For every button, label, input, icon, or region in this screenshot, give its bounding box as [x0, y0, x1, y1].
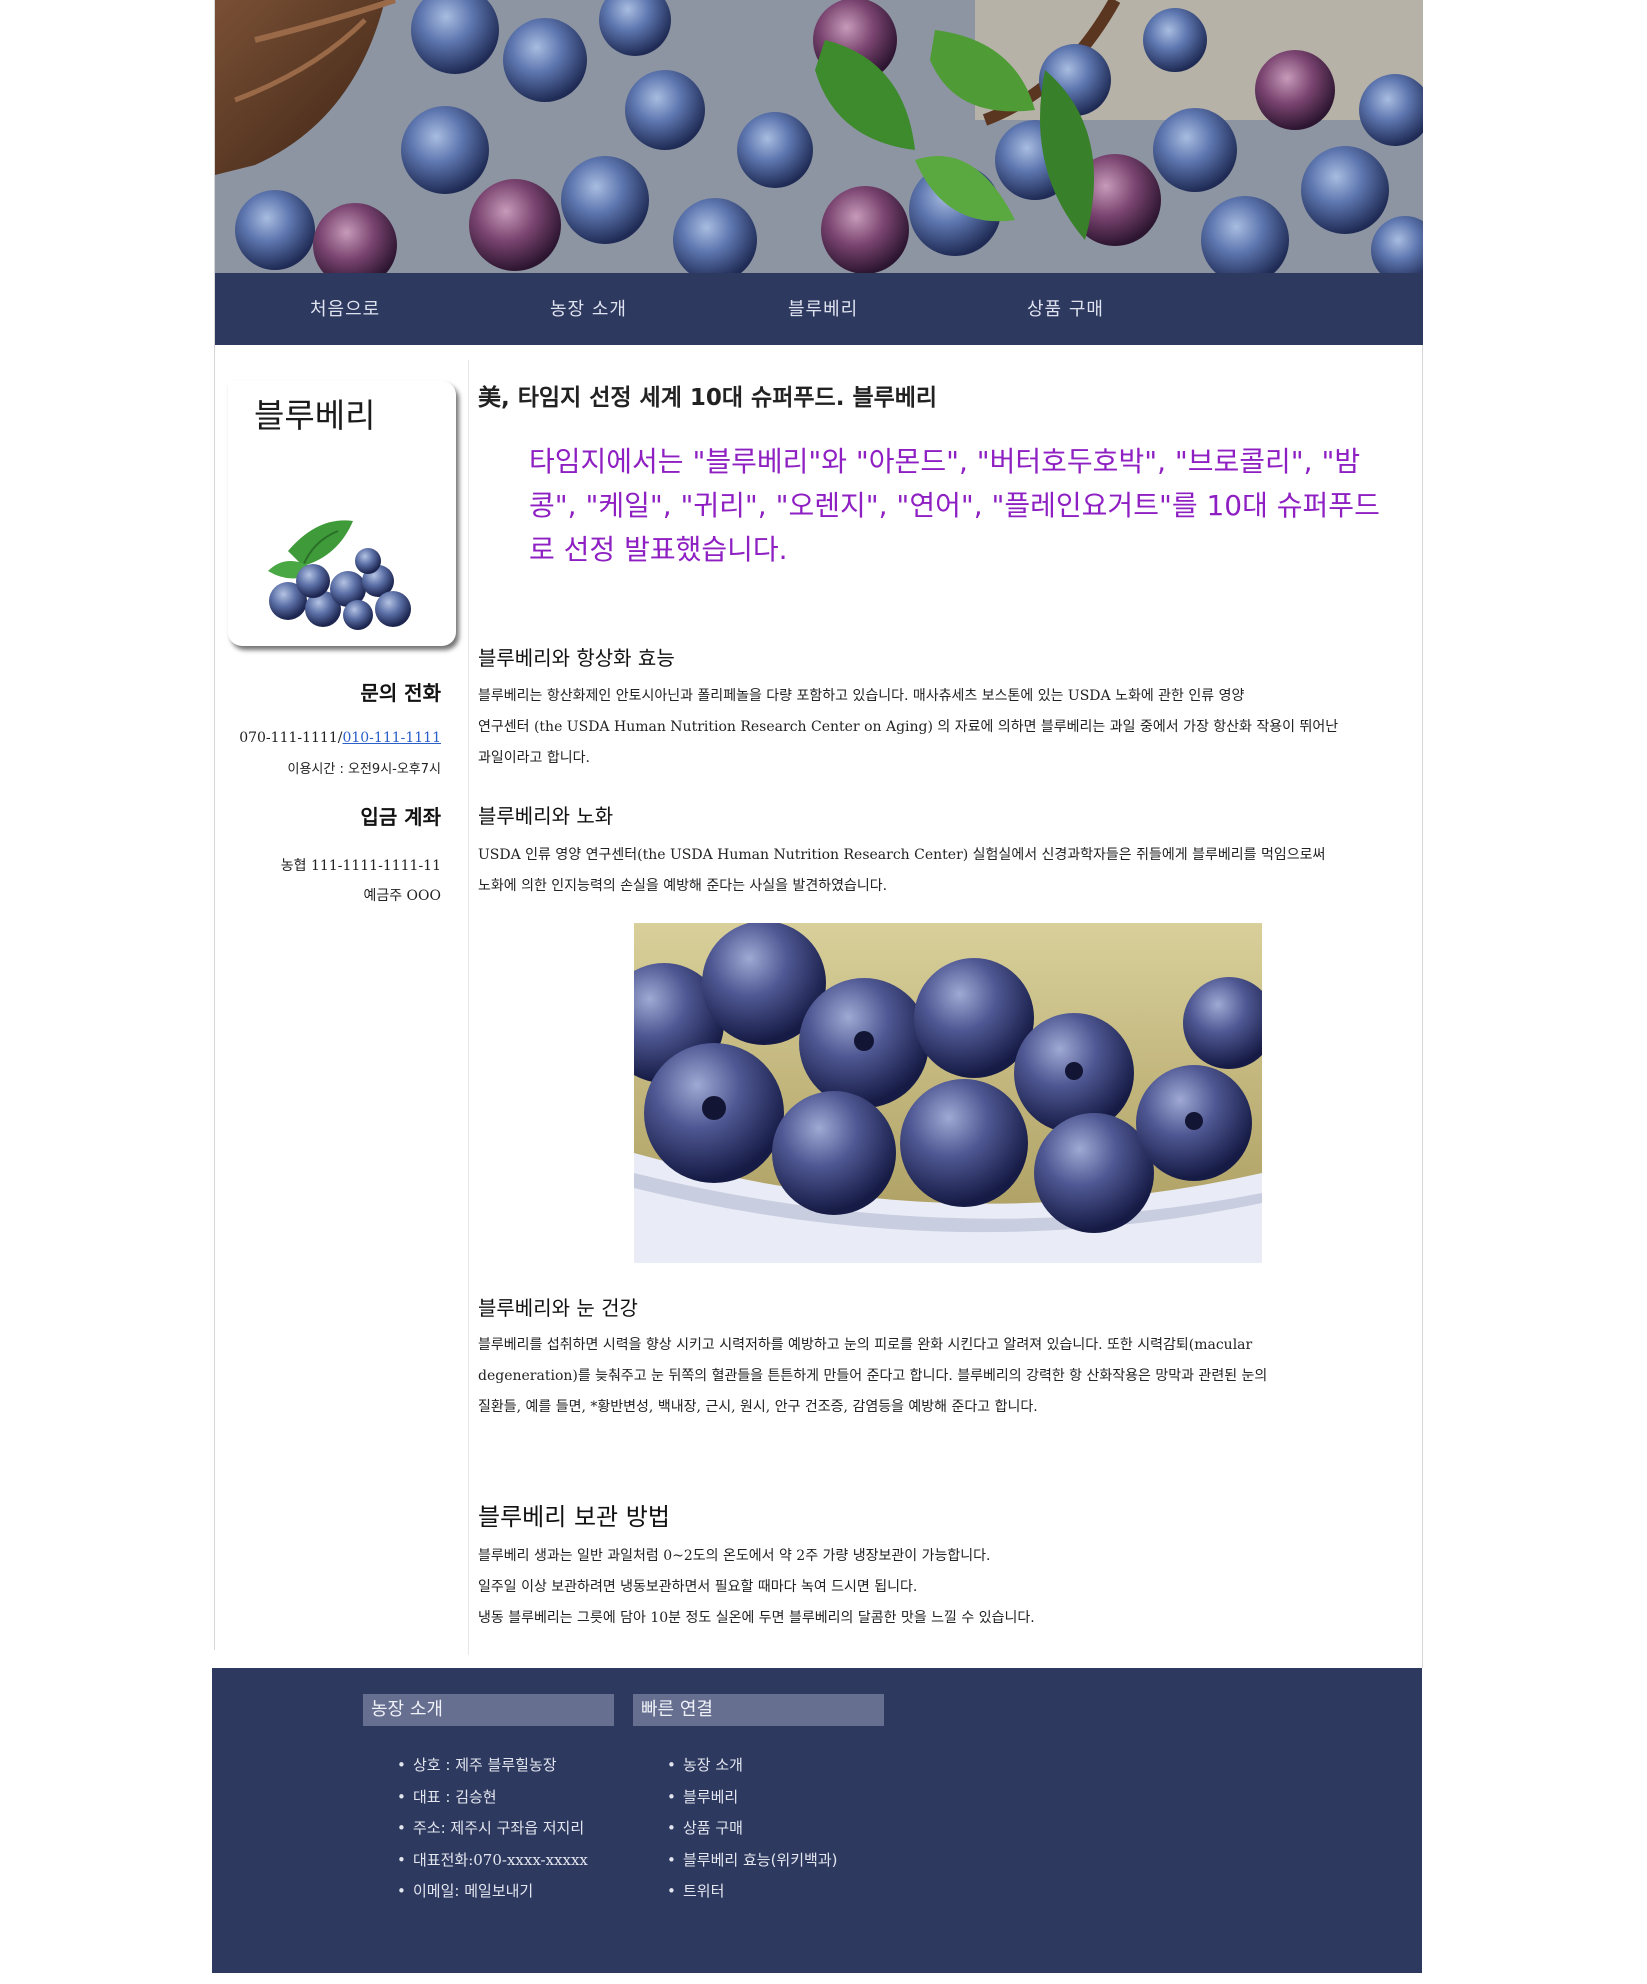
text-line: 블루베리를 섭취하면 시력을 향상 시키고 시력저하를 예방하고 눈의 피로를 … [478, 1337, 1253, 1353]
footer: 농장 소개 상호 : 제주 블루힐농장 대표 : 김승현 주소: 제주시 구좌읍… [212, 1668, 1422, 1973]
footer-heading-links: 빠른 연결 [633, 1694, 884, 1726]
quick-link[interactable]: 블루베리 효능(위키백과) [667, 1845, 837, 1877]
phone-plain: 070-111-1111/ [239, 730, 343, 746]
farm-info-item: 대표전화:070-xxxx-xxxxx [397, 1845, 588, 1877]
account-holder: 예금주 OOO [363, 888, 441, 904]
nav-item-farm-intro[interactable]: 농장 소개 [550, 295, 627, 321]
text-line: 블루베리는 항산화제인 안토시아닌과 폴리페놀을 다량 포함하고 있습니다. 매… [478, 688, 1245, 704]
section-body-eye-health: 블루베리를 섭취하면 시력을 향상 시키고 시력저하를 예방하고 눈의 피로를 … [478, 1330, 1422, 1423]
nav-item-shop[interactable]: 상품 구매 [1027, 295, 1104, 321]
deposit-heading: 입금 계좌 [360, 805, 441, 829]
footer-farm-info: 상호 : 제주 블루힐농장 대표 : 김승현 주소: 제주시 구좌읍 저지리 대… [397, 1750, 588, 1908]
farm-info-email[interactable]: 이메일: 메일보내기 [397, 1876, 588, 1908]
text-line: 연구센터 (the USDA Human Nutrition Research … [478, 719, 1339, 735]
farm-info-item: 주소: 제주시 구좌읍 저지리 [397, 1813, 588, 1845]
footer-quick-links: 농장 소개 블루베리 상품 구매 블루베리 효능(위키백과) 트위터 [667, 1750, 837, 1908]
text-line: 냉동 블루베리는 그릇에 담아 10분 정도 실온에 두면 블루베리의 달콤한 … [478, 1610, 1035, 1626]
sidebar: 문의 전화 070-111-1111/010-111-1111 이용시간 : 오… [215, 345, 441, 1655]
header-banner-image [215, 0, 1423, 273]
text-line: degeneration)를 늦춰주고 눈 뒤쪽의 혈관들을 튼튼하게 만들어 … [478, 1368, 1268, 1384]
text-line: USDA 인류 영양 연구센터(the USDA Human Nutrition… [478, 847, 1326, 863]
page-title: 美, 타임지 선정 세계 10대 슈퍼푸드. 블루베리 [478, 385, 938, 411]
footer-heading-farm: 농장 소개 [363, 1694, 614, 1726]
section-title-aging: 블루베리와 노화 [478, 804, 614, 828]
main-nav: 처음으로 농장 소개 블루베리 상품 구매 [215, 273, 1423, 345]
nav-item-blueberry[interactable]: 블루베리 [788, 295, 858, 321]
section-body-aging: USDA 인류 영양 연구센터(the USDA Human Nutrition… [478, 840, 1422, 902]
section-body-antioxidant: 블루베리는 항산화제인 안토시아닌과 폴리페놀을 다량 포함하고 있습니다. 매… [478, 681, 1422, 774]
superfood-quote: 타임지에서는 "블루베리"와 "아몬드", "버터호두호박", "브로콜리", … [529, 445, 1380, 566]
text-line: 블루베리 생과는 일반 과일처럼 0~2도의 온도에서 약 2주 가량 냉장보관… [478, 1548, 991, 1564]
nav-item-home[interactable]: 처음으로 [310, 295, 380, 321]
text-line: 노화에 의한 인지능력의 손실을 예방해 준다는 사실을 발견하였습니다. [478, 878, 888, 894]
contact-heading: 문의 전화 [360, 681, 441, 705]
farm-info-item: 대표 : 김승현 [397, 1782, 588, 1814]
blueberry-bowl-image [634, 923, 1262, 1263]
phone-link[interactable]: 010-111-1111 [342, 730, 441, 746]
contact-phones: 070-111-1111/010-111-1111 [239, 730, 441, 746]
bank-account: 농협 111-1111-1111-11 [280, 858, 441, 874]
farm-info-item: 상호 : 제주 블루힐농장 [397, 1750, 588, 1782]
quick-link[interactable]: 상품 구매 [667, 1813, 837, 1845]
section-title-storage: 블루베리 보관 방법 [478, 1503, 670, 1531]
business-hours: 이용시간 : 오전9시-오후7시 [287, 762, 441, 777]
section-title-eye-health: 블루베리와 눈 건강 [478, 1296, 638, 1320]
quick-link[interactable]: 농장 소개 [667, 1750, 837, 1782]
quick-link[interactable]: 블루베리 [667, 1782, 837, 1814]
column-divider [468, 360, 469, 1655]
text-line: 과일이라고 합니다. [478, 750, 590, 766]
text-line: 질환들, 예를 들면, *황반변성, 백내장, 근시, 원시, 안구 건조증, … [478, 1399, 1038, 1415]
section-title-antioxidant: 블루베리와 항상화 효능 [478, 646, 675, 670]
text-line: 일주일 이상 보관하려면 냉동보관하면서 필요할 때마다 녹여 드시면 됩니다. [478, 1579, 918, 1595]
section-body-storage: 블루베리 생과는 일반 과일처럼 0~2도의 온도에서 약 2주 가량 냉장보관… [478, 1541, 1422, 1634]
quick-link[interactable]: 트위터 [667, 1876, 837, 1908]
